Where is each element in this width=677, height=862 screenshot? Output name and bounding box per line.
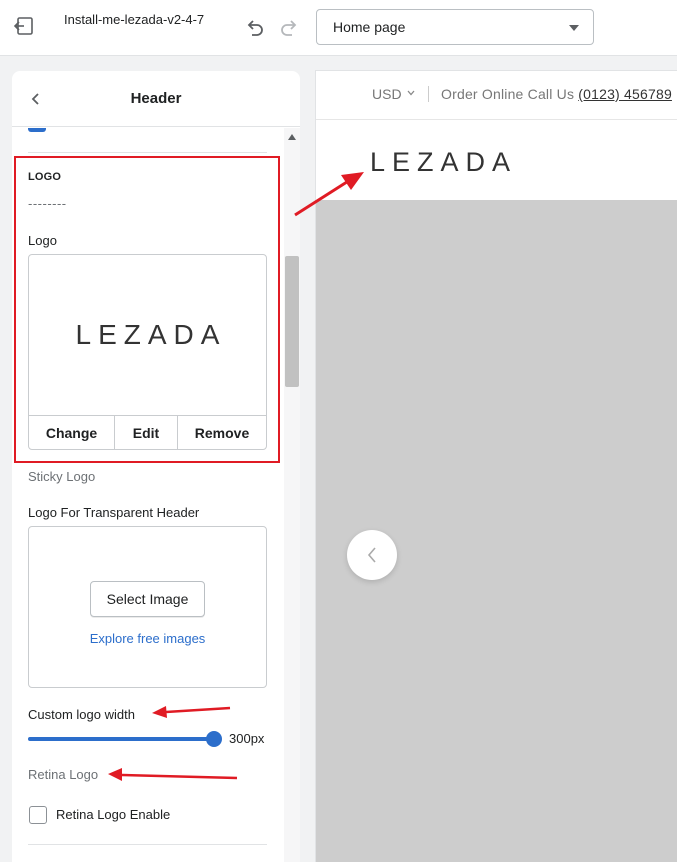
logo-width-value: 300px (229, 731, 265, 746)
retina-logo-label: Retina Logo (28, 767, 99, 782)
undo-icon (247, 20, 263, 36)
remove-logo-button[interactable]: Remove (178, 416, 266, 450)
order-online-text: Order Online Call Us (0123) 456789 (441, 86, 672, 102)
divider (28, 152, 267, 153)
phone-link[interactable]: (0123) 456789 (578, 86, 672, 102)
exit-button[interactable] (8, 10, 40, 42)
scroll-up-arrow-icon[interactable] (288, 134, 296, 140)
logo-width-slider-track[interactable] (28, 737, 214, 741)
chevron-down-icon (569, 25, 579, 31)
sidebar-title: Header (130, 90, 182, 107)
transparent-logo-picker: Select Image Explore free images (28, 526, 267, 688)
exit-icon (13, 17, 33, 35)
sidebar-scrollbar-thumb[interactable] (285, 256, 299, 387)
sidebar-header: Header (12, 71, 300, 127)
sticky-logo-label: Sticky Logo (28, 469, 96, 484)
editor-topbar: Install-me-lezada-v2-4-7 Home page (0, 0, 677, 56)
page-selector-value: Home page (333, 19, 406, 35)
sidebar-scrollbar[interactable] (284, 128, 300, 862)
redo-button[interactable] (274, 12, 306, 44)
hero-slider (316, 200, 677, 862)
order-online-label: Order Online Call Us (441, 86, 575, 102)
logo-label: Logo (28, 233, 57, 248)
redo-icon (281, 20, 297, 36)
retina-logo-checkbox[interactable] (29, 806, 47, 824)
edit-logo-button[interactable]: Edit (115, 416, 178, 450)
page-selector[interactable]: Home page (316, 9, 594, 45)
select-image-button[interactable]: Select Image (90, 581, 205, 617)
chevron-left-icon (367, 547, 376, 563)
logo-width-slider-thumb[interactable] (206, 731, 222, 747)
preview-logo[interactable]: LEZADA (370, 147, 517, 178)
logo-section-heading: LOGO (28, 171, 62, 183)
storefront-preview: USD Order Online Call Us (0123) 456789 L… (315, 70, 677, 862)
transparent-logo-label: Logo For Transparent Header (28, 505, 200, 520)
slider-prev-button[interactable] (347, 530, 397, 580)
divider (428, 86, 429, 102)
custom-logo-width-label: Custom logo width (28, 707, 135, 722)
divider (28, 844, 267, 845)
theme-name: Install-me-lezada-v2-4-7 (64, 12, 205, 27)
logo-image-preview: LEZADA (75, 319, 227, 350)
preview-announcement-bar: USD Order Online Call Us (0123) 456789 (316, 71, 677, 120)
sidebar-scroll-area[interactable]: LOGO -------- Logo LEZADA Change Edit Re… (12, 128, 300, 862)
undo-button[interactable] (238, 12, 270, 44)
partial-checkbox[interactable] (28, 128, 46, 132)
logo-section-divider-text: -------- (28, 196, 67, 211)
settings-sidebar: Header LOGO -------- Logo LEZADA Change … (12, 71, 300, 862)
currency-selector[interactable]: USD (372, 86, 402, 102)
change-logo-button[interactable]: Change (29, 416, 115, 450)
explore-free-images-link[interactable]: Explore free images (29, 631, 266, 646)
logo-actions: Change Edit Remove (29, 415, 266, 450)
retina-logo-checkbox-label: Retina Logo Enable (56, 807, 171, 822)
logo-image-picker: LEZADA Change Edit Remove (28, 254, 267, 450)
chevron-down-icon (407, 90, 415, 96)
